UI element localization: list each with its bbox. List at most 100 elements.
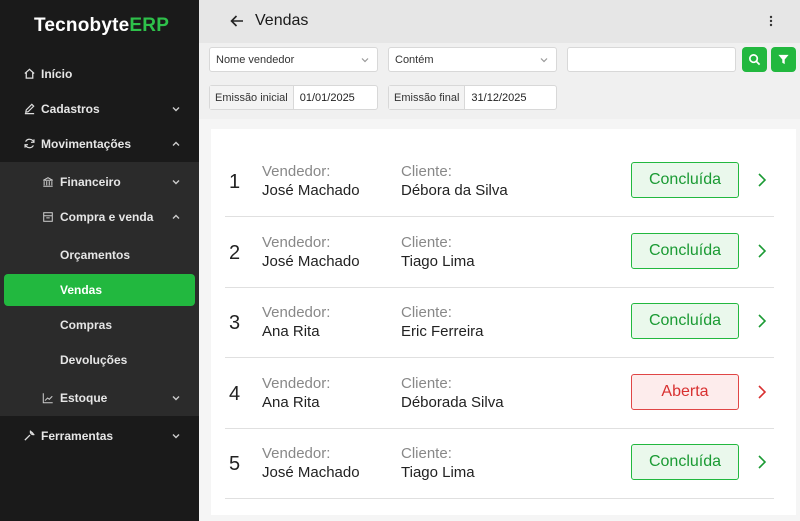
sidebar-item-compras[interactable]: Compras (0, 307, 199, 342)
sidebar-item-movimentacoes[interactable]: Movimentações (0, 126, 199, 161)
sale-number: 5 (229, 453, 241, 475)
sidebar-item-inicio[interactable]: Início (0, 56, 199, 91)
end-date-value: 31/12/2025 (471, 91, 527, 104)
chevron-down-icon (539, 55, 549, 65)
status-badge: Concluída (631, 444, 739, 480)
filter-button[interactable] (771, 47, 796, 72)
pencil-icon (22, 102, 36, 116)
chevron-down-icon (170, 176, 182, 188)
status-badge: Concluída (631, 303, 739, 339)
sale-number: 1 (229, 171, 241, 193)
table-row[interactable]: 4 Vendedor: Ana Rita Cliente: Déborada Silva… (225, 359, 774, 429)
sidebar-item-label: Vendas (60, 283, 103, 297)
table-row[interactable]: 5 Vendedor: José Machado Cliente: Tiago Lima… (225, 429, 774, 499)
field-select[interactable]: Nome vendedor (209, 47, 378, 72)
operator-select[interactable]: Contém (388, 47, 557, 72)
sidebar-item-financeiro[interactable]: Financeiro (0, 164, 199, 199)
client-name: Eric Ferreira (401, 323, 484, 340)
chevron-up-icon (170, 211, 182, 223)
vendor-name: Ana Rita (262, 323, 320, 340)
client-name: Tiago Lima (401, 253, 475, 270)
search-button[interactable] (742, 47, 767, 72)
sidebar-item-label: Compras (60, 317, 113, 332)
chevron-down-icon (170, 392, 182, 404)
sales-list: 1 Vendedor: José Machado Cliente: Débora da … (211, 129, 796, 515)
logo-text-part1: Tecnobyte (34, 15, 130, 36)
sidebar-item-orcamentos[interactable]: Orçamentos (0, 237, 199, 272)
vendor-label: Vendedor: (262, 234, 331, 251)
sidebar-item-ferramentas[interactable]: Ferramentas (0, 418, 199, 453)
sidebar-item-label: Início (41, 66, 73, 81)
sidebar-item-label: Financeiro (60, 174, 121, 189)
sidebar-item-label: Estoque (60, 390, 108, 405)
field-select-value: Nome vendedor (216, 53, 295, 66)
chevron-right-icon[interactable] (755, 453, 769, 471)
vendor-name: Ana Rita (262, 394, 320, 411)
sidebar-item-label: Movimentações (41, 136, 132, 151)
search-input[interactable] (567, 47, 736, 72)
chevron-down-icon (360, 55, 370, 65)
content-area: 1 Vendedor: José Machado Cliente: Débora da … (199, 119, 800, 521)
end-date-label: Emissão final (389, 86, 466, 109)
sale-number: 4 (229, 383, 241, 405)
vendor-name: José Machado (262, 253, 360, 270)
page-title: Vendas (255, 12, 309, 29)
end-date-field[interactable]: Emissão final 31/12/2025 (388, 85, 557, 110)
client-name: Tiago Lima (401, 464, 475, 481)
register-icon (41, 210, 55, 224)
sidebar-item-compra-e-venda[interactable]: Compra e venda (0, 199, 199, 234)
client-label: Cliente: (401, 163, 452, 180)
chevron-down-icon (170, 430, 182, 442)
chevron-right-icon[interactable] (755, 171, 769, 189)
chevron-right-icon[interactable] (755, 242, 769, 260)
sidebar-item-label: Cadastros (41, 101, 100, 116)
start-date-field[interactable]: Emissão inicial 01/01/2025 (209, 85, 378, 110)
sidebar-item-devolucoes[interactable]: Devoluções (0, 342, 199, 377)
sidebar-item-cadastros[interactable]: Cadastros (0, 91, 199, 126)
vendor-name: José Machado (262, 182, 360, 199)
start-date-label: Emissão inicial (210, 86, 294, 109)
status-badge: Concluída (631, 162, 739, 198)
client-label: Cliente: (401, 375, 452, 392)
chevron-right-icon[interactable] (755, 312, 769, 330)
table-row[interactable]: 1 Vendedor: José Machado Cliente: Débora da … (225, 147, 774, 217)
start-date-value: 01/01/2025 (299, 91, 355, 104)
sidebar-item-label: Devoluções (60, 352, 128, 367)
vendor-label: Vendedor: (262, 304, 331, 321)
sidebar-item-label: Orçamentos (60, 247, 131, 262)
refresh-icon (22, 137, 36, 151)
client-label: Cliente: (401, 234, 452, 251)
sidebar-item-vendas[interactable]: Vendas (4, 274, 195, 306)
filter-icon (778, 54, 789, 65)
top-bar: Vendas (199, 0, 800, 43)
sidebar-item-estoque[interactable]: Estoque (0, 380, 199, 415)
sidebar-item-label: Ferramentas (41, 428, 114, 443)
app-logo: TecnobyteERP (34, 15, 169, 37)
sale-number: 3 (229, 312, 241, 334)
more-options-icon[interactable] (764, 13, 778, 29)
back-arrow-icon[interactable] (229, 13, 245, 29)
sale-number: 2 (229, 242, 241, 264)
bank-icon (41, 175, 55, 189)
sidebar-item-label: Compra e venda (60, 209, 154, 224)
status-badge: Concluída (631, 233, 739, 269)
chevron-right-icon[interactable] (755, 383, 769, 401)
chevron-down-icon (170, 103, 182, 115)
client-name: Déborada Silva (401, 394, 504, 411)
sidebar: TecnobyteERP Início Cadastros Movimentaç… (0, 0, 199, 521)
table-row[interactable]: 3 Vendedor: Ana Rita Cliente: Eric Ferreira C… (225, 288, 774, 358)
client-label: Cliente: (401, 445, 452, 462)
vendor-label: Vendedor: (262, 375, 331, 392)
client-name: Débora da Silva (401, 182, 508, 199)
status-badge: Aberta (631, 374, 739, 410)
chevron-up-icon (170, 138, 182, 150)
search-icon (749, 54, 761, 66)
vendor-name: José Machado (262, 464, 360, 481)
filter-bar: Nome vendedor Contém Emissão inicial 01/… (199, 43, 800, 119)
chart-line-icon (41, 391, 55, 405)
operator-select-value: Contém (395, 53, 434, 66)
vendor-label: Vendedor: (262, 445, 331, 462)
client-label: Cliente: (401, 304, 452, 321)
home-icon (22, 67, 36, 81)
table-row[interactable]: 2 Vendedor: José Machado Cliente: Tiago Lima… (225, 218, 774, 288)
